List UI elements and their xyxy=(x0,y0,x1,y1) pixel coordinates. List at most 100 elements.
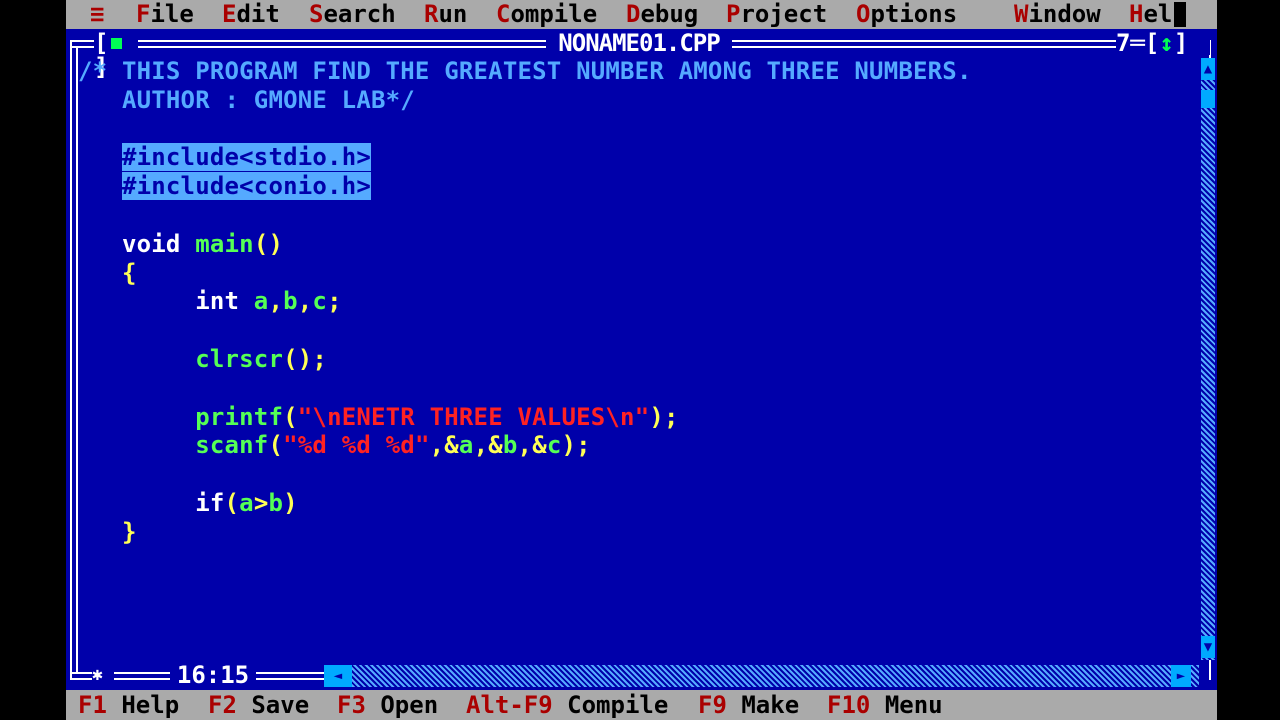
menu-file-hotkey: F xyxy=(136,0,151,28)
menu-window-hotkey: W xyxy=(1014,0,1029,28)
scroll-left-arrow-icon[interactable]: ◄ xyxy=(324,665,352,687)
code-token: #include<conio.h> xyxy=(121,172,371,201)
status-f1-label: Help xyxy=(121,691,180,719)
code-token: ); xyxy=(649,402,679,431)
status-altf9-key: Alt-F9 xyxy=(466,691,553,719)
code-token: a xyxy=(239,489,254,517)
code-token: { xyxy=(78,258,137,287)
status-f9-make[interactable]: F9 Make xyxy=(698,690,799,720)
code-line: scanf("%d %d %d",&a,&b,&c); xyxy=(78,431,591,459)
code-token: main xyxy=(195,229,254,258)
code-token: ,& xyxy=(429,431,459,460)
code-token: ,& xyxy=(473,431,503,460)
status-altf9-label: Compile xyxy=(567,691,669,719)
menu-run[interactable]: Run xyxy=(424,0,467,29)
menu-project-label: roject xyxy=(740,0,828,28)
menu-options[interactable]: Options xyxy=(856,0,957,29)
window-title: NONAME01.CPP xyxy=(546,31,732,55)
code-token: > xyxy=(253,489,269,517)
window-number: 7 xyxy=(1116,29,1131,57)
window-close-button[interactable]: [] xyxy=(94,31,138,79)
code-token: ); xyxy=(561,431,591,460)
vertical-scrollbar[interactable] xyxy=(1201,60,1215,660)
code-token: #include<stdio.h> xyxy=(121,143,371,172)
code-line: void main() xyxy=(78,230,283,258)
code-token: ; xyxy=(327,287,342,316)
code-token: "%d %d %d" xyxy=(283,431,430,460)
code-line: /* THIS PROGRAM FIND THE GREATEST NUMBER… xyxy=(78,57,972,85)
mouse-cursor-block xyxy=(1174,2,1186,27)
horizontal-scrollbar[interactable] xyxy=(324,665,1199,687)
code-token: printf xyxy=(195,402,284,431)
menu-run-label: un xyxy=(438,0,468,28)
menu-edit-hotkey: E xyxy=(222,0,237,28)
menu-options-hotkey: O xyxy=(856,0,871,28)
menu-search[interactable]: Search xyxy=(309,0,396,29)
status-f10-label: Menu xyxy=(884,691,943,719)
status-f2-label: Save xyxy=(251,691,310,719)
status-f3-open[interactable]: F3 Open xyxy=(337,690,438,720)
status-f2-save[interactable]: F2 Save xyxy=(208,690,309,720)
code-token: a xyxy=(253,287,269,316)
menu-search-hotkey: S xyxy=(309,0,324,28)
code-line: #include<conio.h> xyxy=(78,172,371,201)
menu-compile[interactable]: Compile xyxy=(496,0,597,29)
menu-edit[interactable]: Edit xyxy=(222,0,280,29)
vertical-scroll-thumb[interactable] xyxy=(1201,90,1215,108)
code-line: if(a>b) xyxy=(78,489,298,517)
status-f10-menu[interactable]: F10 Menu xyxy=(827,690,943,720)
status-bar: F1 Help F2 Save F3 Open Alt-F9 Compile F… xyxy=(66,690,1217,720)
menu-window[interactable]: Window xyxy=(1014,0,1101,29)
code-token: scanf xyxy=(195,431,269,460)
code-token: "\nENETR THREE VALUES\n" xyxy=(297,402,650,431)
code-token: (); xyxy=(283,345,328,373)
system-menu-icon[interactable]: ≡ xyxy=(90,0,104,29)
code-token: ( xyxy=(268,431,284,460)
frame-bottom-outer xyxy=(70,678,170,680)
code-line: } xyxy=(78,518,137,546)
menu-debug[interactable]: Debug xyxy=(626,0,698,29)
frame-bottom-outer-2 xyxy=(256,678,324,680)
menu-project-hotkey: P xyxy=(726,0,741,28)
code-token: c xyxy=(546,431,562,460)
menu-options-label: ptions xyxy=(870,0,958,28)
code-token: , xyxy=(268,287,284,316)
code-line: AUTHOR : GMONE LAB*/ xyxy=(78,86,415,114)
frame-left-outer xyxy=(70,40,72,680)
code-token: b xyxy=(502,431,518,460)
scroll-right-arrow-icon[interactable]: ► xyxy=(1171,665,1191,687)
code-token: b xyxy=(283,287,298,316)
scroll-down-arrow-icon[interactable]: ▼ xyxy=(1201,636,1215,658)
status-f9-label: Make xyxy=(741,691,800,719)
code-token: AUTHOR : GMONE LAB*/ xyxy=(78,85,415,114)
status-f3-label: Open xyxy=(380,691,439,719)
status-f1-help[interactable]: F1 Help xyxy=(78,690,179,720)
code-token: ,& xyxy=(517,431,547,460)
code-line: clrscr(); xyxy=(78,345,327,373)
code-token: int xyxy=(78,287,254,316)
code-token: ( xyxy=(224,489,240,517)
status-f1-key: F1 xyxy=(78,691,107,719)
menu-window-label: indow xyxy=(1028,0,1101,28)
zoom-arrow-icon[interactable]: ↕ xyxy=(1159,29,1173,57)
close-dot-icon xyxy=(111,37,123,49)
scroll-up-arrow-icon[interactable]: ▲ xyxy=(1201,58,1215,80)
code-token: a xyxy=(458,431,474,460)
menu-file[interactable]: File xyxy=(136,0,194,29)
code-token: if xyxy=(78,489,225,517)
status-altf9-compile[interactable]: Alt-F9 Compile xyxy=(466,690,668,720)
code-token: b xyxy=(268,489,284,517)
code-token: () xyxy=(253,229,284,258)
code-token: ( xyxy=(283,402,298,431)
code-line: #include<stdio.h> xyxy=(78,143,371,172)
code-token: } xyxy=(78,517,137,546)
menu-project[interactable]: Project xyxy=(726,0,827,29)
window-number-zoom: 7═[↕] xyxy=(1116,31,1210,55)
code-token: ) xyxy=(283,489,298,517)
menu-debug-hotkey: D xyxy=(626,0,641,28)
code-token: , xyxy=(297,287,313,316)
